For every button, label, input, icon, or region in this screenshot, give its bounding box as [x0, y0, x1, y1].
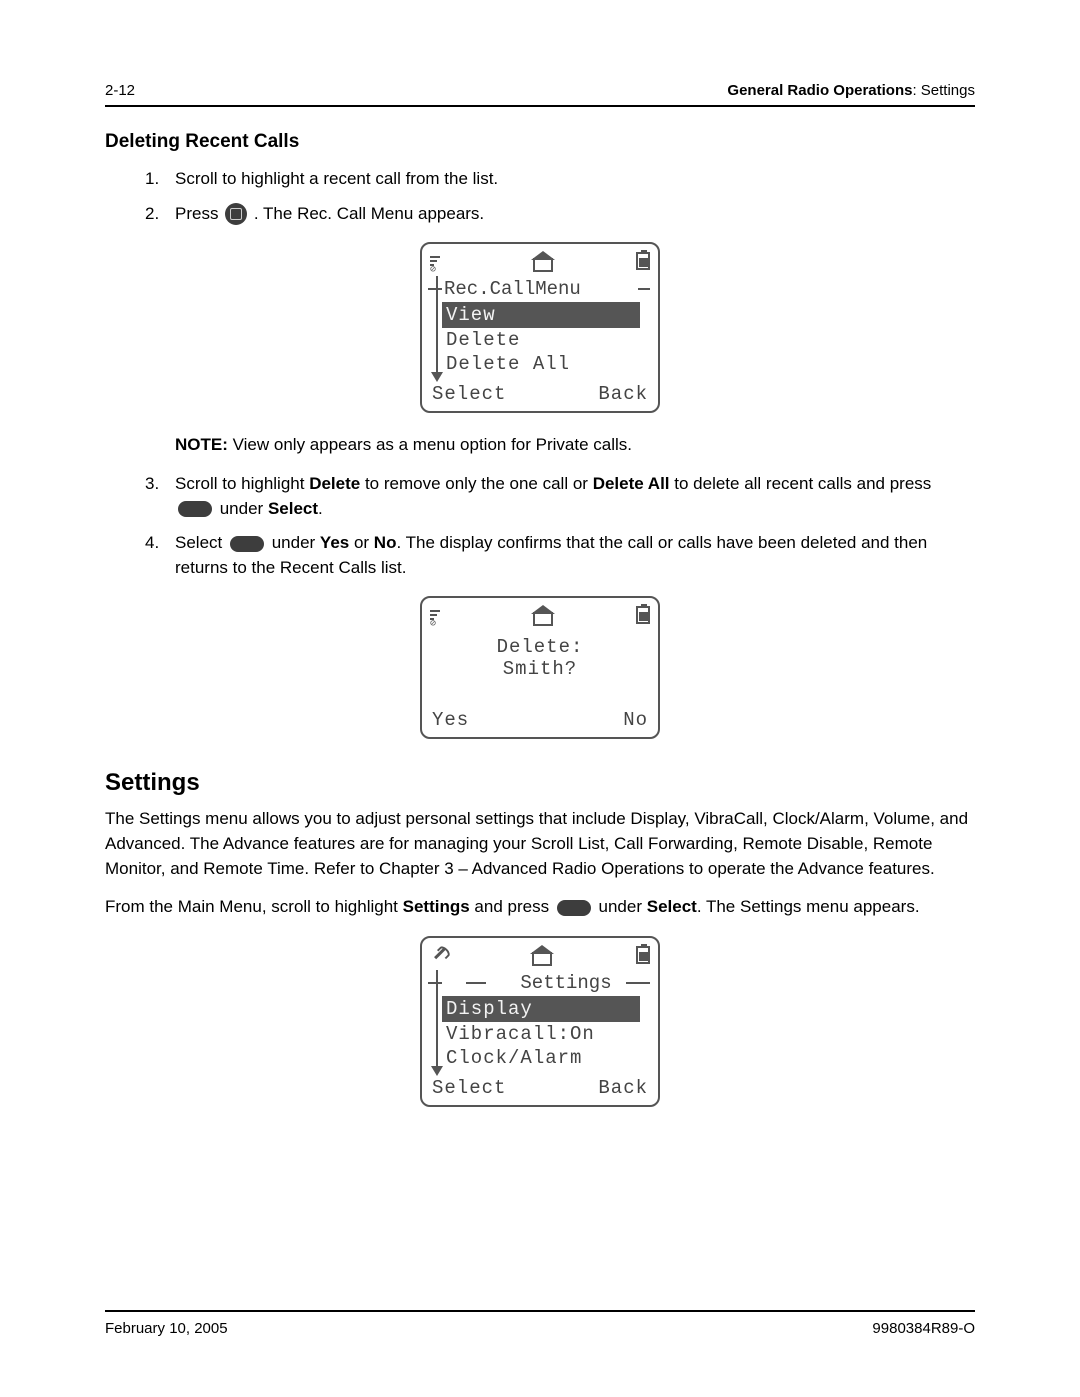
lcd-screen-settings: Settings Display Vibracall:On Clock/Alar… [420, 936, 660, 1107]
settings-paragraph-1: The Settings menu allows you to adjust p… [105, 807, 975, 881]
menu-item-display: Display [442, 996, 640, 1022]
footer-doc-number: 9980384R89-O [872, 1320, 975, 1337]
menu-item-vibracall: Vibracall:On [442, 1022, 650, 1046]
settings-icon [426, 942, 451, 967]
softkey-right: No [623, 709, 648, 731]
home-icon [533, 252, 553, 270]
home-icon [532, 946, 552, 964]
menu-item-clock-alarm: Clock/Alarm [442, 1046, 650, 1070]
note-text: NOTE: View only appears as a menu option… [105, 433, 975, 458]
menu-item-view: View [442, 302, 640, 328]
softkey-left: Select [432, 383, 506, 405]
signal-icon: ⊘ [430, 254, 450, 268]
footer-date: February 10, 2005 [105, 1320, 228, 1337]
menu-button-icon [225, 203, 247, 225]
step-2: 2. Press . The Rec. Call Menu appears. [175, 202, 975, 227]
battery-icon [636, 252, 650, 270]
home-icon [533, 606, 553, 624]
page-number: 2-12 [105, 82, 135, 99]
menu-item-delete: Delete [442, 328, 650, 352]
confirm-line-1: Delete: [422, 636, 658, 658]
step-3: 3. Scroll to highlight Delete to remove … [175, 472, 975, 521]
softkey-right: Back [598, 1077, 648, 1099]
scroll-down-icon [431, 372, 443, 382]
lcd-screen-rec-call-menu: ⊘ Rec.CallMenu View Delete Delete All Se… [420, 242, 660, 413]
menu-title: Rec.CallMenu [442, 278, 581, 300]
chapter-title: General Radio Operations: Settings [727, 82, 975, 99]
scroll-down-icon [431, 1066, 443, 1076]
step-4: 4. Select under Yes or No. The display c… [175, 531, 975, 580]
softkey-button-icon [178, 501, 212, 517]
softkey-button-icon [230, 536, 264, 552]
softkey-right: Back [598, 383, 648, 405]
lcd-screen-delete-confirm: ⊘ Delete: Smith? Yes No [420, 596, 660, 739]
step-1: 1.Scroll to highlight a recent call from… [175, 167, 975, 192]
menu-item-delete-all: Delete All [442, 352, 650, 376]
section-heading-deleting: Deleting Recent Calls [105, 131, 975, 153]
confirm-line-2: Smith? [422, 658, 658, 680]
softkey-button-icon [557, 900, 591, 916]
softkey-left: Select [432, 1077, 506, 1099]
settings-paragraph-2: From the Main Menu, scroll to highlight … [105, 895, 975, 920]
section-heading-settings: Settings [105, 769, 975, 797]
signal-icon: ⊘ [430, 608, 450, 622]
page-header: 2-12 General Radio Operations: Settings [105, 82, 975, 107]
menu-title: Settings [480, 972, 611, 994]
battery-icon [636, 606, 650, 624]
softkey-left: Yes [432, 709, 469, 731]
page-footer: February 10, 2005 9980384R89-O [105, 1310, 975, 1337]
battery-icon [636, 946, 650, 964]
